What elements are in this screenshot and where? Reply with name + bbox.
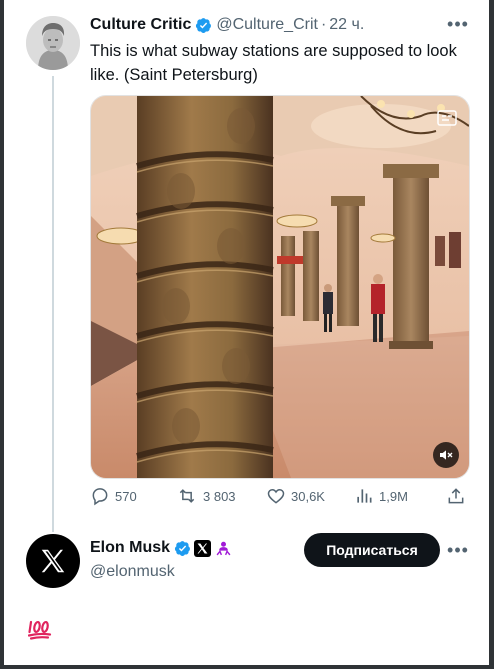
more-icon[interactable]: •••	[446, 14, 470, 34]
verified-badge-icon	[174, 540, 190, 556]
share-button[interactable]	[446, 484, 471, 508]
elon-musk-avatar[interactable]	[26, 534, 80, 588]
like-icon	[267, 488, 285, 504]
reply-count: 570	[115, 488, 137, 504]
share-icon	[448, 488, 464, 504]
hundred-points-icon	[27, 620, 52, 645]
window-frame-bottom	[0, 665, 494, 669]
more-icon[interactable]: •••	[446, 540, 470, 560]
video-frame	[91, 96, 469, 478]
retweet-count: 3 803	[203, 488, 236, 504]
author-name[interactable]: Culture Critic	[90, 16, 191, 34]
view-count: 1,9M	[379, 488, 408, 504]
tweet-text: This is what subway stations are suppose…	[90, 42, 457, 84]
reply-author-handle[interactable]: @elonmusk	[90, 563, 175, 581]
affiliate-badge-icon	[216, 541, 231, 555]
x-logo-icon	[41, 549, 65, 573]
reply-icon	[92, 488, 108, 506]
reply-header: Elon Musk	[90, 539, 232, 557]
tweet-video[interactable]	[90, 95, 470, 479]
mute-button[interactable]	[433, 442, 459, 468]
x-affiliate-icon[interactable]	[194, 539, 212, 557]
culture-critic-avatar[interactable]	[26, 16, 80, 70]
tweet-actions: 570 3 803 30,6K 1,9M	[90, 484, 470, 508]
timestamp[interactable]: 22 ч.	[329, 16, 364, 34]
verified-badge-icon	[196, 17, 212, 33]
tweet-header: Culture Critic @Culture_Crit · 22 ч.	[90, 14, 364, 36]
views-icon	[357, 489, 372, 503]
retweet-button[interactable]: 3 803	[176, 484, 236, 508]
follow-button[interactable]: Подписаться	[304, 533, 440, 567]
like-count: 30,6K	[291, 488, 325, 504]
retweet-icon	[179, 489, 195, 503]
captions-icon[interactable]	[437, 110, 457, 126]
author-handle[interactable]: @Culture_Crit	[216, 16, 318, 34]
window-frame-right	[489, 0, 494, 669]
reply-author-name[interactable]: Elon Musk	[90, 539, 170, 557]
window-frame-left	[0, 0, 4, 669]
thread-connector-line	[52, 76, 54, 532]
views-button[interactable]: 1,9M	[354, 484, 408, 508]
reply-button[interactable]: 570	[90, 484, 137, 508]
separator: ·	[320, 16, 327, 33]
mute-icon	[440, 450, 453, 460]
like-button[interactable]: 30,6K	[266, 484, 325, 508]
